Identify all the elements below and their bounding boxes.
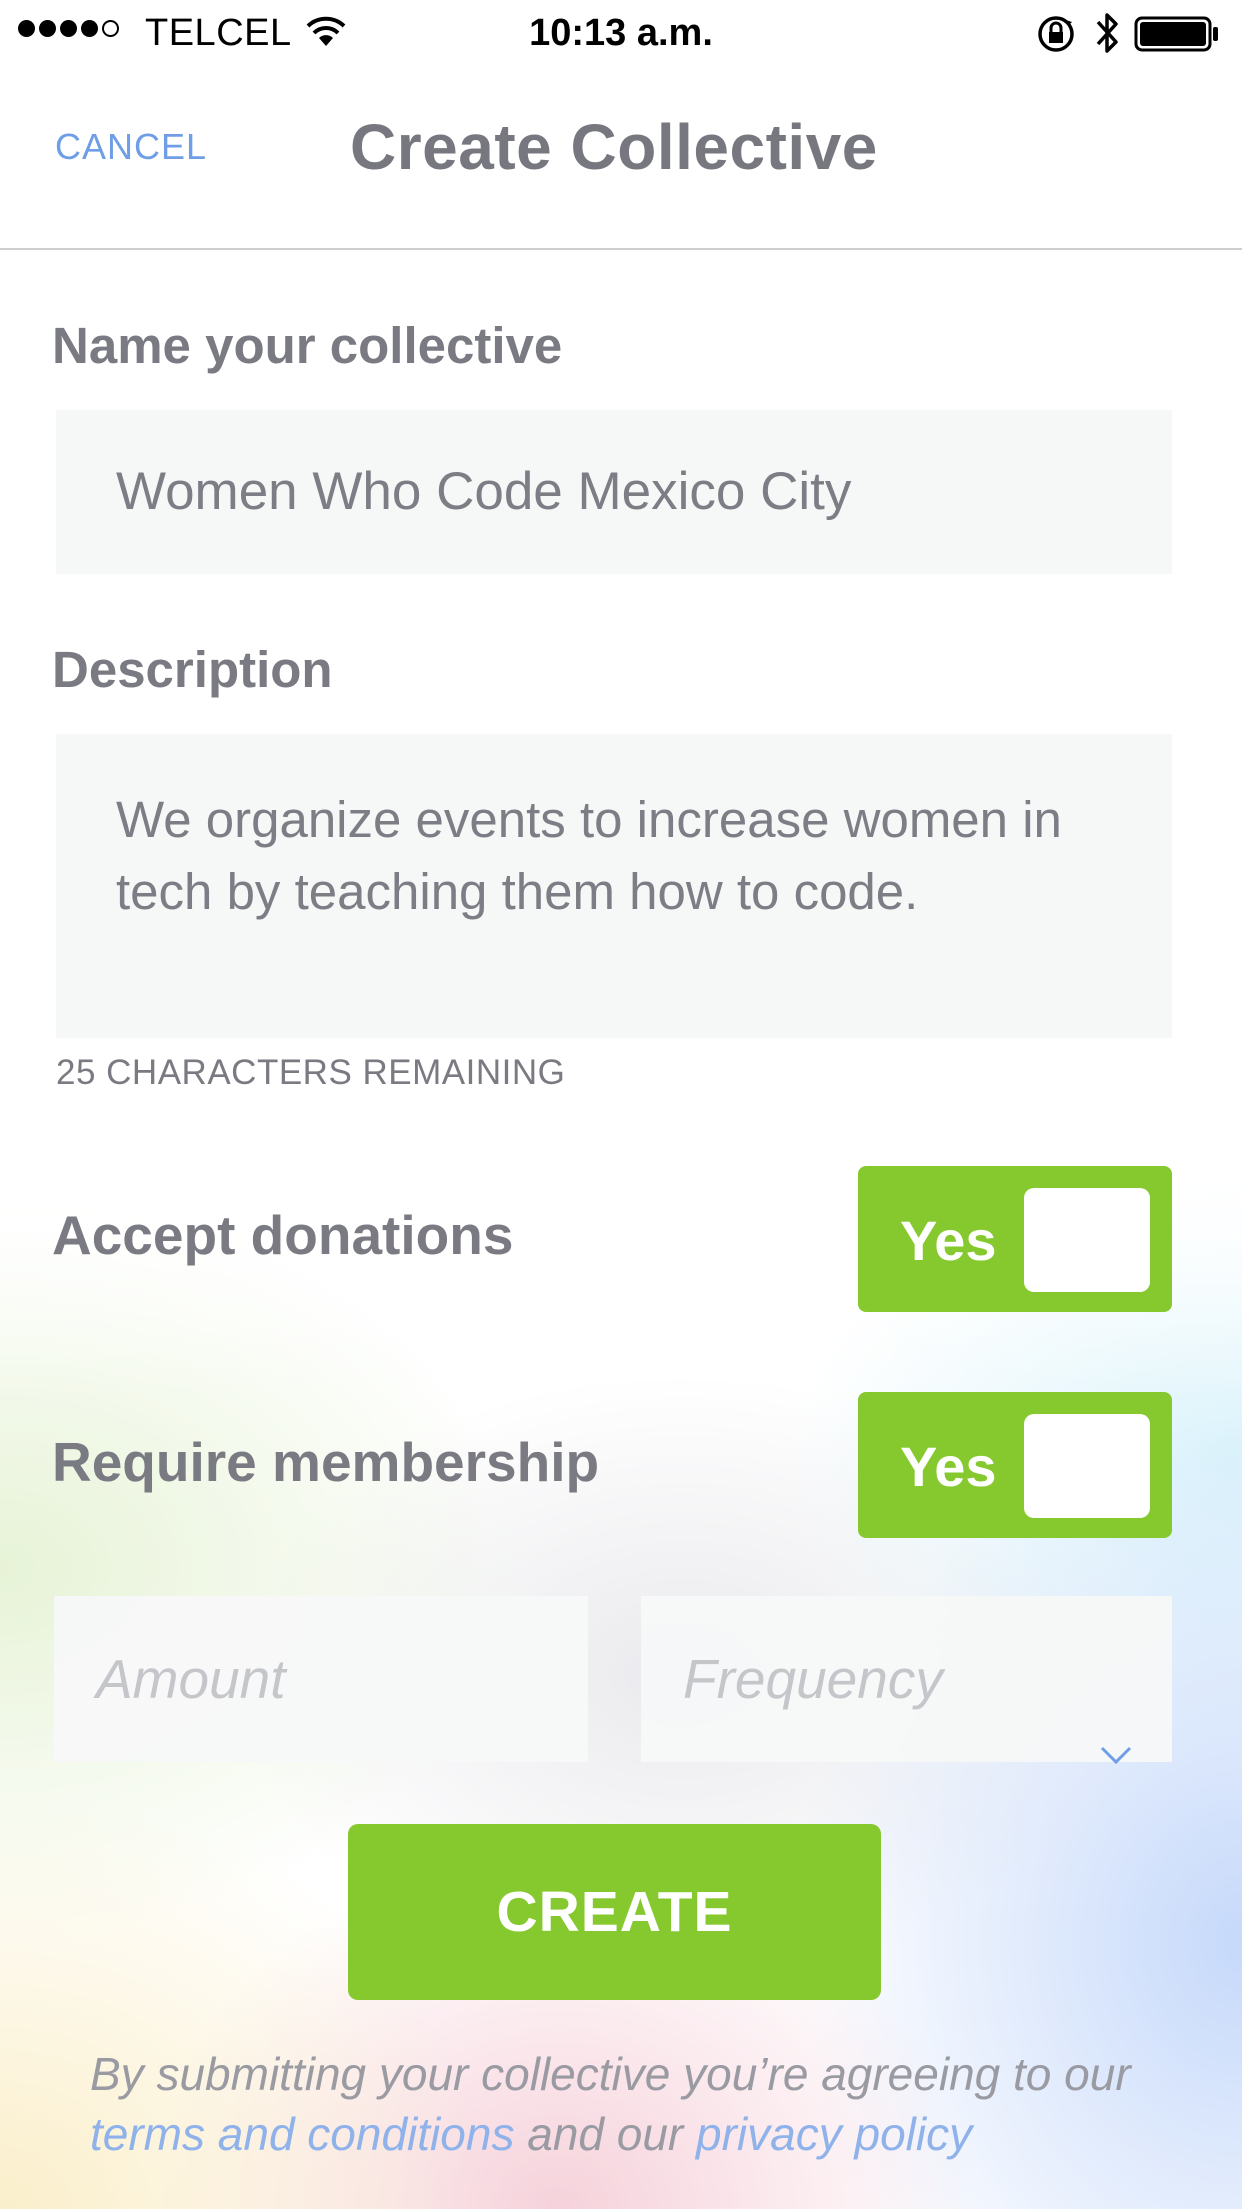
toggle-knob — [1024, 1414, 1150, 1518]
accept-donations-toggle-label: Yes — [900, 1209, 997, 1272]
legal-notice: By submitting your collective you’re agr… — [90, 2044, 1190, 2164]
chevron-down-icon — [1099, 1664, 1133, 1830]
page-title: Create Collective — [350, 111, 878, 183]
privacy-link[interactable]: privacy policy — [696, 2108, 972, 2160]
amount-placeholder: Amount — [96, 1648, 286, 1710]
amount-input[interactable]: Amount — [54, 1596, 588, 1762]
require-membership-label: Require membership — [52, 1431, 600, 1493]
frequency-select[interactable]: Frequency — [641, 1596, 1172, 1765]
terms-link[interactable]: terms and conditions — [90, 2108, 514, 2160]
description-label: Description — [52, 641, 333, 698]
require-membership-toggle-label: Yes — [900, 1435, 997, 1498]
name-label: Name your collective — [52, 317, 563, 374]
legal-prefix: By submitting your collective you’re agr… — [90, 2048, 1131, 2100]
characters-remaining: 25 CHARACTERS REMAINING — [56, 1053, 566, 1092]
status-bar: TELCEL 10:13 a.m. — [0, 0, 1242, 66]
description-textarea[interactable]: We organize events to increase women in … — [56, 734, 1172, 1038]
cancel-button[interactable]: CANCEL — [55, 126, 207, 168]
bluetooth-icon — [1094, 10, 1122, 66]
accept-donations-toggle[interactable]: Yes — [858, 1166, 1172, 1312]
toggle-knob — [1024, 1188, 1150, 1292]
create-button[interactable]: CREATE — [348, 1824, 881, 2000]
rotation-lock-icon — [1036, 14, 1076, 64]
accept-donations-label: Accept donations — [52, 1204, 514, 1266]
legal-middle: and our — [514, 2108, 697, 2160]
navigation-bar: CANCEL Create Collective — [0, 66, 1242, 250]
battery-icon — [1134, 16, 1220, 62]
collective-name-input[interactable]: Women Who Code Mexico City — [56, 410, 1172, 574]
require-membership-toggle[interactable]: Yes — [858, 1392, 1172, 1538]
frequency-placeholder: Frequency — [683, 1648, 943, 1710]
